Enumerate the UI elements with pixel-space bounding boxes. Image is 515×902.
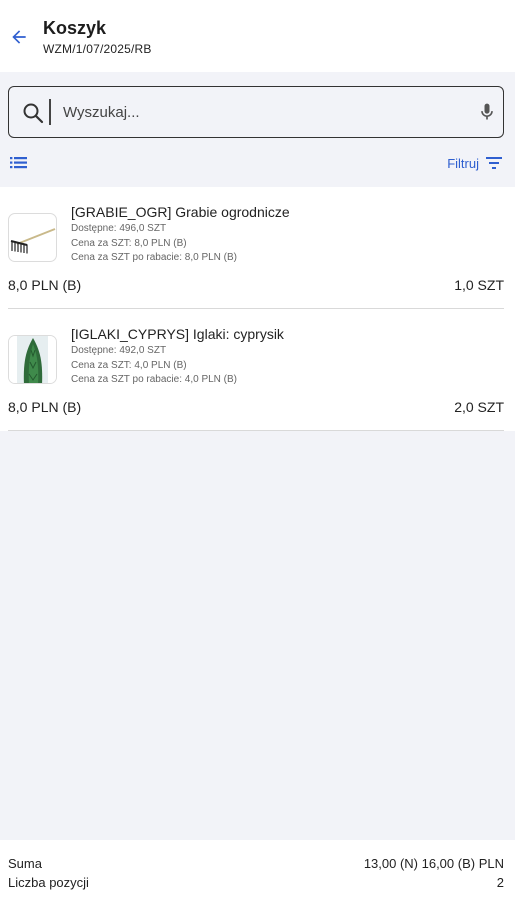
filter-icon (486, 157, 502, 169)
product-image-cypress (8, 335, 57, 384)
list-icon[interactable] (8, 154, 30, 172)
search-box[interactable] (8, 86, 504, 138)
search-icon[interactable] (21, 101, 45, 125)
cart-item[interactable]: [IGLAKI_CYPRYS] Iglaki: cyprysik Dostępn… (0, 309, 515, 431)
item-available: Dostępne: 496,0 SZT (71, 223, 167, 234)
app-header: Koszyk WZM/1/07/2025/RB (0, 0, 515, 72)
item-quantity[interactable]: 1,0 SZT (454, 277, 504, 293)
item-discount-price: Cena za SZT po rabacie: 8,0 PLN (B) (71, 252, 238, 263)
filter-button[interactable]: Filtruj (447, 152, 503, 174)
item-total: 8,0 PLN (B) (8, 277, 82, 293)
cart-item[interactable]: [GRABIE_OGR] Grabie ogrodnicze Dostępne:… (0, 187, 515, 309)
item-name: [GRABIE_OGR] Grabie ogrodnicze (71, 204, 290, 220)
divider (8, 430, 504, 431)
item-available: Dostępne: 492,0 SZT (71, 345, 167, 356)
item-unit-price: Cena za SZT: 4,0 PLN (B) (71, 360, 187, 371)
back-button[interactable] (6, 24, 32, 50)
item-quantity[interactable]: 2,0 SZT (454, 399, 504, 415)
filter-label: Filtruj (447, 155, 479, 171)
product-image-rake (8, 213, 57, 262)
sum-label: Suma (8, 856, 42, 871)
item-name: [IGLAKI_CYPRYS] Iglaki: cyprysik (71, 326, 284, 342)
cart-items-list: [GRABIE_OGR] Grabie ogrodnicze Dostępne:… (0, 187, 515, 431)
search-divider (49, 99, 51, 125)
count-value: 2 (496, 875, 504, 890)
arrow-left-icon (12, 30, 26, 44)
cart-summary: Suma 13,00 (N) 16,00 (B) PLN Liczba pozy… (0, 840, 515, 902)
count-label: Liczba pozycji (8, 875, 89, 890)
cart-screen: Koszyk WZM/1/07/2025/RB Filtruj (0, 0, 515, 902)
document-number: WZM/1/07/2025/RB (43, 42, 152, 56)
page-title: Koszyk (43, 18, 107, 38)
sum-value: 13,00 (N) 16,00 (B) PLN (363, 856, 504, 871)
search-input[interactable] (63, 97, 453, 127)
microphone-icon[interactable] (477, 101, 497, 123)
item-discount-price: Cena za SZT po rabacie: 4,0 PLN (B) (71, 374, 238, 385)
item-total: 8,0 PLN (B) (8, 399, 82, 415)
item-unit-price: Cena za SZT: 8,0 PLN (B) (71, 238, 187, 249)
